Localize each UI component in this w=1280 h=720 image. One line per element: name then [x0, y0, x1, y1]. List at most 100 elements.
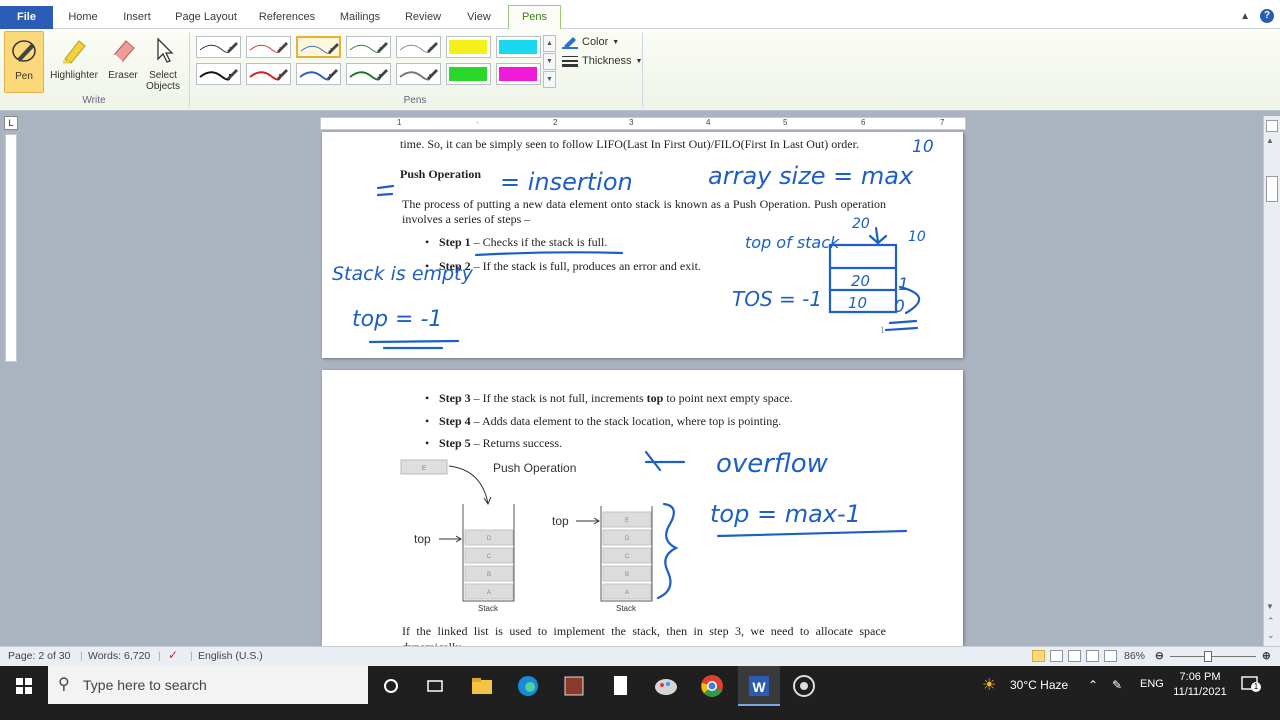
- zoom-in-icon[interactable]: ⊕: [1262, 650, 1271, 662]
- print-layout-icon[interactable]: [1032, 650, 1045, 662]
- language-indicator[interactable]: English (U.S.): [198, 650, 263, 662]
- pen-style-tile[interactable]: [496, 63, 541, 85]
- stack-cell-label: C: [625, 554, 630, 560]
- edge-icon[interactable]: [514, 672, 542, 700]
- file-explorer-icon[interactable]: [468, 672, 496, 700]
- clock[interactable]: 7:06 PM 11/11/2021: [1172, 670, 1228, 700]
- vertical-scrollbar[interactable]: ▲ ▼ ⌃ ⌄: [1263, 116, 1280, 646]
- highlighter-icon: [63, 40, 86, 64]
- tab-page-layout[interactable]: Page Layout: [168, 6, 244, 29]
- zoom-slider-thumb[interactable]: [1204, 651, 1212, 662]
- ribbon-tab-bar: File Home Insert Page Layout References …: [0, 0, 1280, 29]
- web-layout-icon[interactable]: [1068, 650, 1081, 662]
- stack-caption-right: Stack: [616, 604, 637, 613]
- zoom-out-icon[interactable]: ⊖: [1155, 650, 1164, 662]
- tab-view[interactable]: View: [458, 6, 500, 29]
- language-tray[interactable]: ENG: [1140, 678, 1164, 690]
- gallery-scroll-up[interactable]: ▲: [543, 35, 556, 52]
- ruler-toggle-icon[interactable]: [1266, 120, 1278, 132]
- pen-style-tile[interactable]: [246, 36, 291, 58]
- highlighter-label: Highlighter: [50, 70, 98, 81]
- tab-file[interactable]: File: [0, 6, 53, 29]
- minimize-ribbon-icon[interactable]: ▲: [1240, 11, 1250, 22]
- search-box[interactable]: ⚲ Type here to search: [48, 666, 368, 704]
- obs-icon[interactable]: [790, 672, 818, 700]
- tray-expand-icon[interactable]: ⌃: [1088, 678, 1098, 692]
- write-group-label: Write: [82, 95, 106, 106]
- zoom-level[interactable]: 86%: [1124, 650, 1145, 662]
- gallery-scroll-down[interactable]: ▼: [543, 53, 556, 70]
- notification-center[interactable]: 1: [1240, 674, 1261, 694]
- document-icon[interactable]: [606, 672, 634, 700]
- tab-pens[interactable]: Pens: [508, 5, 561, 29]
- word-count[interactable]: Words: 6,720: [88, 650, 150, 662]
- photo-app-icon[interactable]: [560, 672, 588, 700]
- pen-style-tile[interactable]: [396, 63, 441, 85]
- paint-icon[interactable]: [652, 672, 680, 700]
- highlighter-button[interactable]: Highlighter: [46, 31, 102, 93]
- thickness-label: Thickness: [582, 55, 632, 67]
- color-label: Color: [582, 36, 609, 48]
- word-icon: W: [749, 676, 769, 696]
- pen-workspace-icon[interactable]: ✎: [1112, 678, 1122, 692]
- word-taskbar-button[interactable]: W: [738, 666, 780, 706]
- eraser-button[interactable]: Eraser: [104, 31, 142, 93]
- pen-style-tile[interactable]: [496, 36, 541, 58]
- previous-page-icon[interactable]: ⌃: [1267, 616, 1275, 627]
- tab-selector[interactable]: L: [4, 116, 18, 130]
- pen-style-tile[interactable]: [196, 36, 241, 58]
- pen-style-tile[interactable]: [446, 36, 491, 58]
- step-text: – If the stack is full, produces an erro…: [470, 259, 701, 273]
- stack-caption-left: Stack: [478, 604, 499, 613]
- scroll-down-icon[interactable]: ▼: [1266, 602, 1274, 611]
- tab-review[interactable]: Review: [398, 6, 448, 29]
- tab-mailings[interactable]: Mailings: [332, 6, 388, 29]
- thickness-button[interactable]: Thickness ▼: [562, 52, 642, 70]
- proofing-icon[interactable]: ✓: [168, 648, 178, 662]
- pen-color-icon: [562, 37, 578, 49]
- task-view-icon[interactable]: [421, 672, 449, 700]
- right-stack: A B C D E: [602, 511, 652, 600]
- pen-style-tile[interactable]: [196, 63, 241, 85]
- select-objects-button[interactable]: Select Objects: [143, 31, 183, 93]
- scrollbar-thumb[interactable]: [1266, 176, 1278, 202]
- document-page-1[interactable]: time. So, it can be simply seen to follo…: [322, 132, 963, 358]
- pen-style-tile[interactable]: [296, 36, 341, 58]
- horizontal-ruler[interactable]: 1 · 2 3 4 5 6 7: [320, 117, 966, 130]
- document-page-2[interactable]: Step 3 – If the stack is not full, incre…: [322, 370, 963, 646]
- step-label: Step 2: [439, 259, 471, 273]
- pen-style-tile[interactable]: [396, 36, 441, 58]
- cortana-icon[interactable]: [377, 672, 405, 700]
- scroll-up-icon[interactable]: ▲: [1266, 136, 1274, 145]
- help-icon[interactable]: ?: [1260, 9, 1274, 23]
- select-objects-icon: [157, 37, 174, 63]
- stack-cell-label: B: [487, 572, 491, 578]
- status-bar: Page: 2 of 30 | Words: 6,720 | ✓ | Engli…: [0, 646, 1280, 666]
- gallery-more[interactable]: ▼: [543, 71, 556, 88]
- pen-label: Pen: [15, 71, 33, 82]
- pen-style-tile[interactable]: [246, 63, 291, 85]
- pen-button[interactable]: Pen: [4, 31, 44, 93]
- pen-style-tile[interactable]: [346, 63, 391, 85]
- outline-icon[interactable]: [1086, 650, 1099, 662]
- page-count[interactable]: Page: 2 of 30: [8, 650, 70, 662]
- pen-style-tile[interactable]: [296, 63, 341, 85]
- color-button[interactable]: Color ▼: [562, 33, 619, 51]
- tab-home[interactable]: Home: [60, 6, 106, 29]
- tab-insert[interactable]: Insert: [114, 6, 160, 29]
- pen-style-tile[interactable]: [346, 36, 391, 58]
- weather-text[interactable]: 30°C Haze: [1010, 678, 1068, 692]
- windows-start-icon[interactable]: [10, 672, 38, 700]
- step-text: – Checks if the stack is full.: [470, 235, 608, 249]
- zoom-slider-track[interactable]: [1170, 656, 1256, 657]
- weather-icon[interactable]: ☀: [982, 675, 996, 695]
- draft-icon[interactable]: [1104, 650, 1117, 662]
- push-paragraph: The process of putting a new data elemen…: [402, 197, 886, 226]
- vertical-ruler[interactable]: [5, 134, 17, 362]
- next-page-icon[interactable]: ⌄: [1267, 630, 1275, 641]
- linked-list-paragraph: If the linked list is used to implement …: [402, 624, 886, 646]
- full-screen-reading-icon[interactable]: [1050, 650, 1063, 662]
- pen-style-tile[interactable]: [446, 63, 491, 85]
- chrome-icon[interactable]: [698, 672, 726, 700]
- tab-references[interactable]: References: [253, 6, 321, 29]
